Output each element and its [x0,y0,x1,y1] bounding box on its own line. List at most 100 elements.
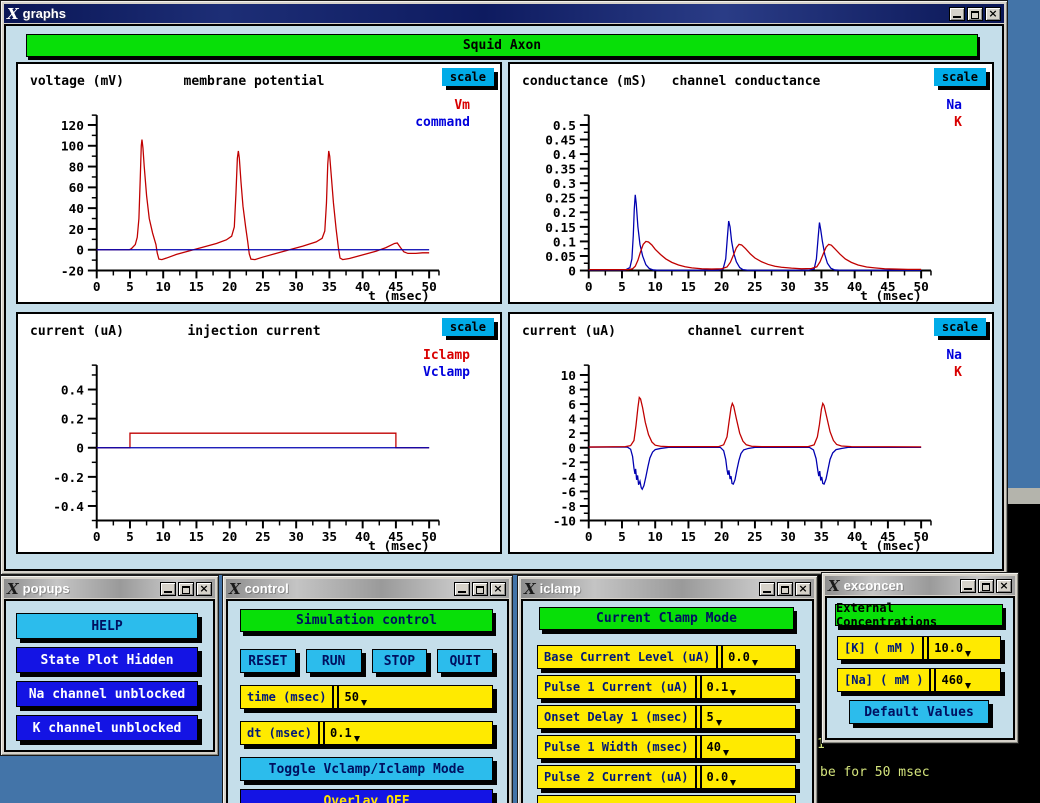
pulse1-current-input[interactable]: 0.1 [702,680,796,694]
default-values-button[interactable]: Default Values [849,700,989,724]
minimize-icon [458,591,466,593]
na-channel-block-button[interactable]: Na channel unblocked [16,681,198,707]
titlebar[interactable]: X control × [226,579,509,598]
pulse2-current-input[interactable]: 0.0 [702,770,796,784]
svg-text:-2: -2 [561,456,576,471]
na-concentration-input[interactable]: 460 [936,673,1000,687]
graph-panel-channel-conductance: 00.050.10.150.20.250.30.350.40.450.50510… [508,62,994,304]
field-label: [Na] ( mM ) [838,673,929,687]
svg-text:0.15: 0.15 [545,221,576,236]
k-concentration-input[interactable]: 10.0 [929,641,1000,655]
svg-text:-20: -20 [61,264,84,279]
k-channel-block-button[interactable]: K channel unblocked [16,715,198,741]
minimize-icon [763,591,771,593]
svg-text:0: 0 [93,280,101,295]
minimize-button[interactable] [759,582,775,596]
pulse1-width-input[interactable]: 40 [702,740,796,754]
toggle-clamp-mode-button[interactable]: Toggle Vclamp/Iclamp Mode [240,757,493,781]
x11-logo-icon: X [7,582,19,596]
reset-button[interactable]: RESET [240,649,296,673]
svg-text:0.3: 0.3 [553,177,576,192]
svg-text:10: 10 [156,280,171,295]
minimize-button[interactable] [160,582,176,596]
svg-text:25: 25 [255,530,270,545]
minimize-icon [953,16,961,18]
axis-unit-label: current (uA) [30,324,124,339]
close-button[interactable]: × [985,7,1001,21]
close-icon: × [798,583,807,595]
svg-text:5: 5 [126,280,134,295]
close-button[interactable]: × [795,582,811,596]
control-client-area: Simulation control RESET RUN STOP QUIT t… [226,599,509,803]
svg-text:15: 15 [189,280,204,295]
close-button[interactable]: × [196,582,212,596]
field-row-partial [537,795,796,803]
svg-text:0.4: 0.4 [61,383,84,398]
x11-logo-icon: X [828,579,840,593]
axis-unit-label: current (uA) [522,324,616,339]
close-button[interactable]: × [996,579,1012,593]
squid-axon-banner: Squid Axon [26,34,978,57]
svg-text:20: 20 [222,530,237,545]
titlebar[interactable]: X iclamp × [521,579,814,598]
graph-title: channel current [630,324,862,339]
run-button[interactable]: RUN [306,649,362,673]
onset-delay1-input[interactable]: 5 [702,710,796,724]
graph-panel-membrane-potential: -2002040608010012005101520253035404550t … [16,62,502,304]
svg-text:2: 2 [568,427,576,442]
maximize-button[interactable] [967,7,983,21]
scale-button[interactable]: scale [934,68,986,86]
maximize-icon [182,586,190,594]
close-icon: × [999,580,1008,592]
dt-input[interactable]: 0.1 [325,726,492,740]
svg-text:t (msec): t (msec) [368,289,430,302]
svg-text:35: 35 [814,280,829,295]
maximize-button[interactable] [178,582,194,596]
current-clamp-header: Current Clamp Mode [539,607,794,630]
quit-button[interactable]: QUIT [437,649,493,673]
legend: Na K [946,97,962,131]
overlay-button[interactable]: Overlay OFF [240,789,493,803]
maximize-button[interactable] [777,582,793,596]
svg-text:80: 80 [69,160,84,175]
legend-entry: Vm [454,98,470,113]
field-label: [K] ( mM ) [838,641,922,655]
iclamp-client-area: Current Clamp Mode Base Current Level (u… [521,599,814,803]
titlebar[interactable]: X popups × [4,579,215,598]
close-button[interactable]: × [490,582,506,596]
graph-panel-channel-current: -10-8-6-4-2024681005101520253035404550t … [508,312,994,554]
state-plot-button[interactable]: State Plot Hidden [16,647,198,673]
base-current-input[interactable]: 0.0 [723,650,795,664]
minimize-button[interactable] [949,7,965,21]
simulation-control-header: Simulation control [240,609,493,632]
external-concentrations-header: External Concentrations [835,604,1003,626]
stop-button[interactable]: STOP [372,649,428,673]
titlebar[interactable]: X exconcen × [825,576,1015,595]
svg-text:8: 8 [568,383,576,398]
titlebar[interactable]: X graphs × [4,4,1004,23]
field-divider [695,766,702,788]
maximize-button[interactable] [978,579,994,593]
text-caret-icon [965,683,971,689]
svg-text:15: 15 [189,530,204,545]
svg-text:-4: -4 [561,471,577,486]
maximize-button[interactable] [472,582,488,596]
minimize-button[interactable] [454,582,470,596]
text-caret-icon [716,720,722,726]
help-button[interactable]: HELP [16,613,198,639]
field-divider [716,646,723,668]
svg-text:t (msec): t (msec) [860,539,922,552]
maximize-icon [971,11,979,19]
time-input[interactable]: 50 [339,690,492,704]
field-divider [922,637,929,659]
svg-text:20: 20 [714,530,729,545]
scale-button[interactable]: scale [934,318,986,336]
svg-text:0.1: 0.1 [553,235,576,250]
scale-button[interactable]: scale [442,318,494,336]
iclamp-window: X iclamp × Current Clamp Mode Base Curre… [517,575,818,803]
scale-button[interactable]: scale [442,68,494,86]
minimize-button[interactable] [960,579,976,593]
text-caret-icon [752,660,758,666]
maximize-icon [982,583,990,591]
minimize-icon [964,588,972,590]
